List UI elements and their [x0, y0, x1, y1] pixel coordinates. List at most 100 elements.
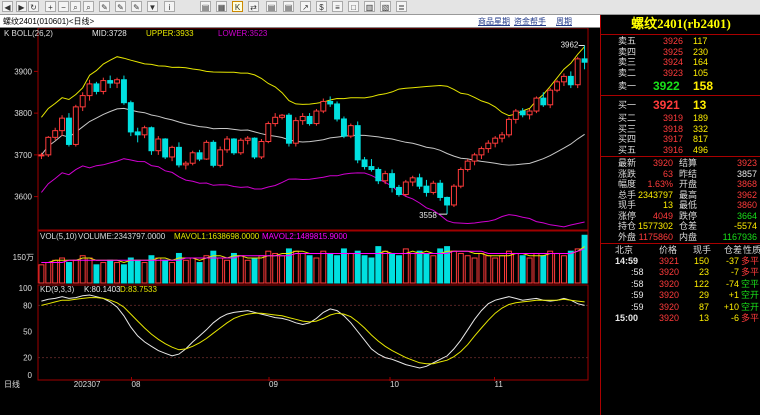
- candle-body: [148, 127, 155, 152]
- toolbar: ◀ ▶ ↻ + − ⌕ ⌕ ✎ ✎ ✎ ▼ i ▤ ▦ K ⇄ ▤ ▤ ↗ $ ≡ □ ▥ ▧ ≣: [0, 0, 760, 15]
- date-axis-label: 08: [132, 380, 141, 389]
- stat-value: 4049: [652, 210, 673, 221]
- table-icon[interactable]: ▤: [266, 1, 277, 12]
- data-link[interactable]: 资金帮手: [514, 16, 546, 27]
- stat-value: -5574: [733, 221, 757, 231]
- stat-label: 开盘: [679, 179, 698, 189]
- volume-bar: [519, 255, 526, 284]
- bid-price[interactable]: 3916: [663, 145, 683, 156]
- kd-axis-label: 50: [23, 328, 32, 337]
- ask-price[interactable]: 3926: [663, 36, 683, 47]
- brush-icon[interactable]: ✎: [131, 1, 142, 12]
- bid-price[interactable]: 3917: [663, 134, 683, 145]
- sheet-icon[interactable]: ▤: [200, 1, 211, 12]
- compare-icon[interactable]: ⇄: [248, 1, 259, 12]
- ask-price[interactable]: 3924: [663, 57, 683, 68]
- boll-lower: LOWER:3523: [218, 29, 268, 38]
- ask-row: 卖二 3923 105: [601, 68, 760, 79]
- products-link[interactable]: 商品星期: [478, 16, 510, 27]
- bid-volume: 817: [693, 134, 709, 144]
- grid-icon[interactable]: ▦: [216, 1, 227, 12]
- ask-label: 卖二: [618, 67, 637, 78]
- candle-body: [547, 89, 554, 106]
- vol-volume: VOLUME:2343797.0000: [78, 232, 166, 241]
- volume-bar: [540, 255, 547, 284]
- pen-icon[interactable]: ✎: [99, 1, 110, 12]
- volume-bar: [389, 252, 396, 284]
- tick-header-loc: 北京: [615, 245, 634, 255]
- lookup-icon[interactable]: ⌕: [83, 1, 94, 12]
- bid1-row: 买一 3921 13: [601, 97, 760, 113]
- candle-body: [416, 177, 423, 187]
- stat-value: 2343797: [637, 189, 673, 200]
- tick-volume: 23: [698, 267, 709, 277]
- volume-bar: [127, 257, 134, 284]
- split-icon[interactable]: ▧: [380, 1, 391, 12]
- fund-icon[interactable]: $: [316, 1, 327, 12]
- candle-body: [65, 117, 72, 145]
- report-icon[interactable]: ▤: [283, 1, 294, 12]
- volume-bar: [395, 255, 402, 284]
- bid1-price[interactable]: 3921: [653, 97, 680, 113]
- lines-icon[interactable]: ≡: [332, 1, 343, 12]
- stat-label: 持仓: [618, 221, 637, 231]
- stat-value: 3860: [736, 200, 757, 210]
- tile-icon[interactable]: ▥: [364, 1, 375, 12]
- price-tick-label: 3900: [14, 67, 32, 76]
- kd-axis-label: 0: [28, 371, 33, 380]
- draw-icon[interactable]: ✎: [115, 1, 126, 12]
- forward-icon[interactable]: ▶: [16, 1, 27, 12]
- cycle-link[interactable]: 周期: [556, 16, 572, 27]
- magnify-icon[interactable]: ⌕: [70, 1, 81, 12]
- stat-label: 现手: [618, 200, 637, 210]
- back-icon[interactable]: ◀: [2, 1, 13, 12]
- bid-row: 买五 3916 496: [601, 145, 760, 156]
- bid-price[interactable]: 3918: [663, 124, 683, 135]
- volume-bar: [340, 248, 347, 284]
- volume-bar: [334, 255, 341, 284]
- candle-body: [169, 146, 176, 158]
- volume-bar: [251, 257, 258, 284]
- refresh-icon[interactable]: ↻: [28, 1, 39, 12]
- candle-body: [471, 154, 478, 162]
- ask1-price[interactable]: 3922: [653, 78, 680, 94]
- trend-icon[interactable]: ↗: [300, 1, 311, 12]
- volume-bar: [492, 257, 499, 284]
- tick-header-chg: 仓差: [724, 245, 743, 255]
- bid-price[interactable]: 3919: [663, 113, 683, 124]
- tick-position-change: -37: [725, 255, 739, 266]
- candle-body: [265, 123, 272, 143]
- k-line-chart[interactable]: 3900 3800 3700 3600 K BOLL(26,2) MID:3728 UPPE…: [0, 28, 600, 415]
- volume-bar: [182, 259, 189, 284]
- list-icon[interactable]: ≣: [396, 1, 407, 12]
- info-icon[interactable]: i: [164, 1, 175, 12]
- candle-body: [423, 185, 430, 193]
- volume-bar: [416, 250, 423, 284]
- volume-bar: [224, 259, 231, 284]
- stat-value: 3962: [736, 189, 757, 200]
- stat-value: 13: [662, 200, 673, 210]
- ask-price[interactable]: 3923: [663, 68, 683, 79]
- candle-body: [127, 102, 134, 133]
- candle-body: [402, 181, 409, 196]
- stat-label: 幅度: [618, 179, 637, 189]
- volume-bar: [471, 257, 478, 284]
- zoom-in-icon[interactable]: +: [45, 1, 56, 12]
- volume-bar: [464, 255, 471, 284]
- tick-position-change: +10: [723, 301, 739, 312]
- bid-label: 买二: [618, 113, 637, 123]
- k-chart-icon[interactable]: K: [232, 1, 243, 12]
- window-icon[interactable]: □: [348, 1, 359, 12]
- stat-value: 3920: [652, 158, 673, 168]
- tick-volume: 150: [693, 255, 709, 266]
- ask-price[interactable]: 3925: [663, 47, 683, 58]
- volume-bar: [554, 252, 561, 284]
- candle-body: [79, 95, 86, 108]
- filter-icon[interactable]: ▼: [147, 1, 158, 12]
- stat-label: 总手: [618, 189, 637, 200]
- candle-body: [155, 138, 162, 152]
- zoom-out-icon[interactable]: −: [58, 1, 69, 12]
- date-axis-label: 11: [495, 380, 504, 389]
- candle-body: [299, 115, 306, 122]
- volume-bar: [423, 252, 430, 284]
